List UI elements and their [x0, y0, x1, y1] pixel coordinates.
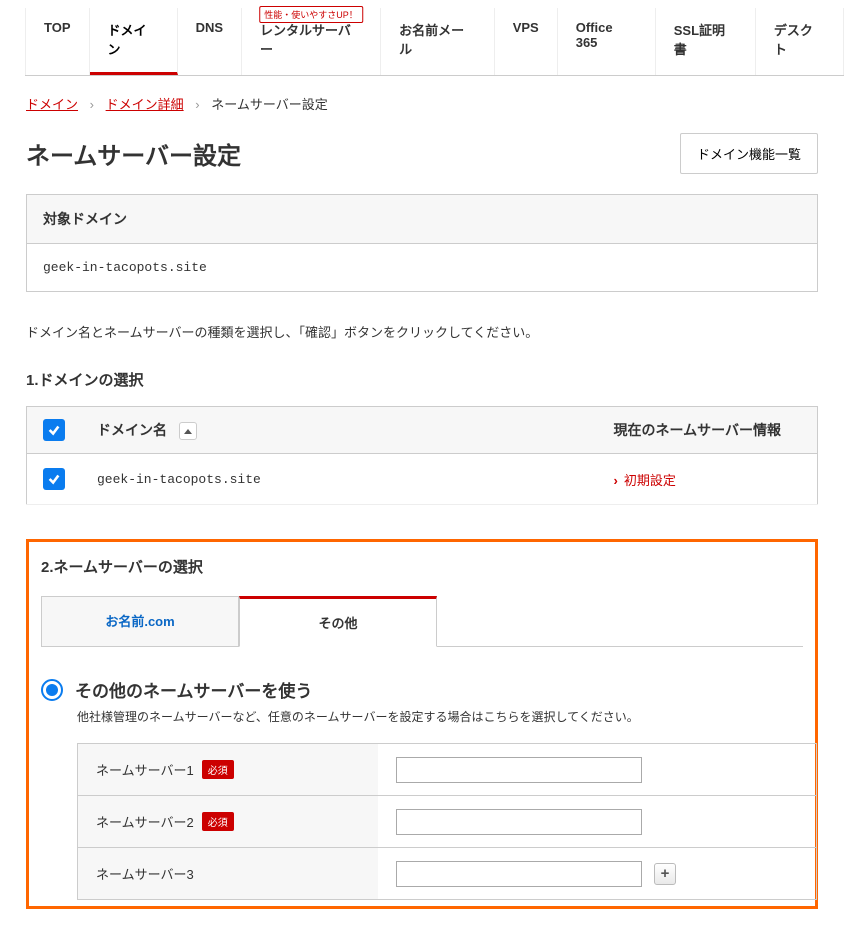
nav-tab-office365[interactable]: Office 365 — [558, 8, 656, 75]
nav-tab-label: レンタルサーバー — [260, 23, 351, 57]
ns3-label: ネームサーバー3 — [96, 864, 194, 883]
section1-title: 1.ドメインの選択 — [26, 369, 818, 390]
main-nav: TOP ドメイン DNS 性能・使いやすさUP！ レンタルサーバー お名前メール… — [25, 8, 844, 76]
table-row: geek-in-tacopots.site 初期設定 — [27, 454, 818, 505]
nav-tab-domain[interactable]: ドメイン — [90, 8, 178, 75]
ns1-input[interactable] — [396, 757, 642, 783]
nav-tab-vps[interactable]: VPS — [495, 8, 558, 75]
ns2-label: ネームサーバー2 — [96, 812, 194, 831]
required-badge: 必須 — [202, 812, 234, 831]
ns-tabs: お名前.com その他 — [41, 595, 803, 647]
nav-tab-mail[interactable]: お名前メール — [381, 8, 495, 75]
required-badge: 必須 — [202, 760, 234, 779]
select-all-checkbox[interactable] — [43, 419, 65, 441]
other-ns-radio[interactable] — [41, 679, 63, 701]
target-domain-header: 対象ドメイン — [27, 195, 818, 244]
ns3-input[interactable] — [396, 861, 642, 887]
row-checkbox[interactable] — [43, 468, 65, 490]
current-ns-link[interactable]: 初期設定 — [614, 473, 676, 488]
nav-tab-desktop[interactable]: デスクト — [756, 8, 844, 75]
page-title: ネームサーバー設定 — [26, 136, 241, 171]
add-ns-button[interactable]: + — [654, 863, 676, 885]
breadcrumb-domain[interactable]: ドメイン — [26, 97, 78, 112]
nav-tab-top[interactable]: TOP — [25, 8, 90, 75]
nav-badge: 性能・使いやすさUP！ — [259, 6, 363, 23]
target-domain-value: geek-in-tacopots.site — [27, 244, 818, 292]
section2-title: 2.ネームサーバーの選択 — [41, 556, 803, 577]
nav-tab-dns[interactable]: DNS — [178, 8, 242, 75]
chevron-right-icon: › — [195, 97, 199, 112]
col-current-ns: 現在のネームサーバー情報 — [598, 407, 818, 454]
breadcrumb: ドメイン › ドメイン詳細 › ネームサーバー設定 — [26, 94, 818, 113]
ns-input-table: ネームサーバー1 必須 ネームサーバー2 必須 ネームサーバー3 — [77, 743, 817, 900]
other-ns-radio-label: その他のネームサーバーを使う — [75, 677, 312, 702]
other-ns-radio-desc: 他社様管理のネームサーバーなど、任意のネームサーバーを設定する場合はこちらを選択… — [77, 708, 803, 725]
row-domain-name: geek-in-tacopots.site — [81, 454, 598, 505]
ns-tab-other[interactable]: その他 — [239, 596, 437, 647]
ns-tab-onamae[interactable]: お名前.com — [41, 596, 239, 647]
col-domain-name: ドメイン名 — [97, 422, 167, 438]
domain-feature-list-button[interactable]: ドメイン機能一覧 — [680, 133, 818, 174]
chevron-right-icon: › — [90, 97, 94, 112]
nav-tab-ssl[interactable]: SSL証明書 — [656, 8, 756, 75]
target-domain-table: 対象ドメイン geek-in-tacopots.site — [26, 194, 818, 292]
sort-button[interactable] — [179, 422, 197, 440]
instruction-text: ドメイン名とネームサーバーの種類を選択し、「確認」ボタンをクリックしてください。 — [26, 322, 818, 341]
breadcrumb-current: ネームサーバー設定 — [211, 97, 327, 112]
ns1-label: ネームサーバー1 — [96, 760, 194, 779]
breadcrumb-domain-detail[interactable]: ドメイン詳細 — [106, 97, 184, 112]
check-icon — [47, 472, 61, 486]
check-icon — [47, 423, 61, 437]
domain-select-table: ドメイン名 現在のネームサーバー情報 geek-in-tacopots.site… — [26, 406, 818, 505]
ns2-input[interactable] — [396, 809, 642, 835]
nameserver-select-section: 2.ネームサーバーの選択 お名前.com その他 その他のネームサーバーを使う … — [26, 539, 818, 909]
nav-tab-rental-server[interactable]: 性能・使いやすさUP！ レンタルサーバー — [242, 8, 381, 75]
